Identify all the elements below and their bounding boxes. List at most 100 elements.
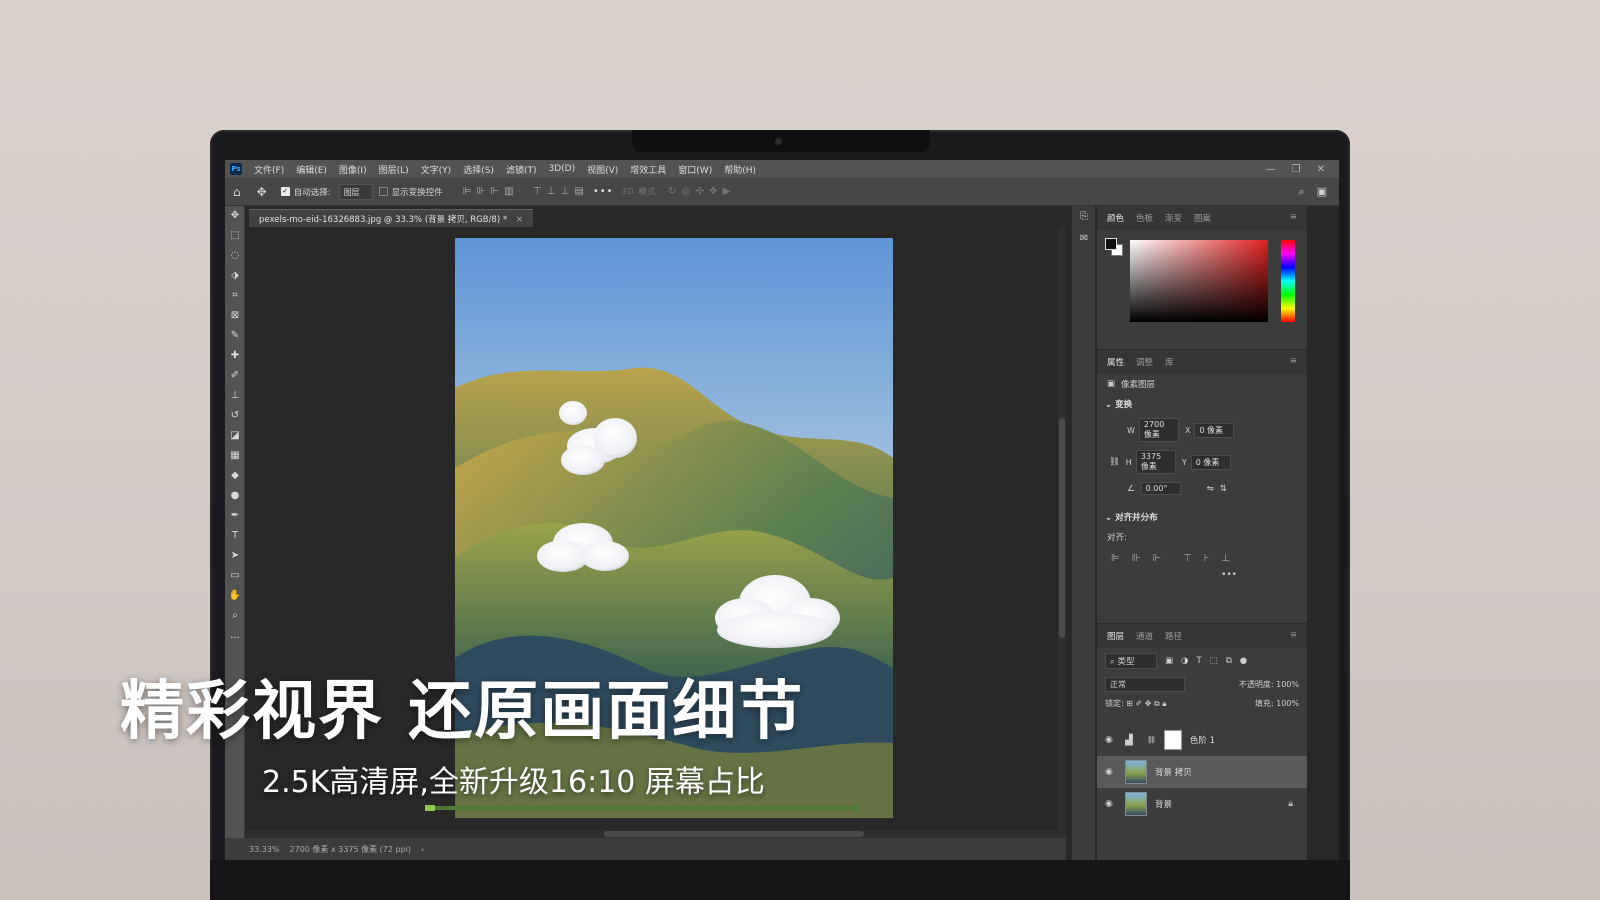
blur-tool-icon[interactable]: ◆	[225, 466, 245, 486]
distribute-buttons-icon[interactable]: ⊤ ⊥ ⊥ ▤	[533, 186, 585, 197]
vertical-scrollbar[interactable]	[1058, 228, 1066, 830]
more-tools-icon[interactable]: …	[225, 626, 245, 646]
lasso-tool-icon[interactable]: ◌	[225, 246, 245, 266]
dodge-tool-icon[interactable]: ●	[225, 486, 245, 506]
history-brush-icon[interactable]: ↺	[225, 406, 245, 426]
restore-button[interactable]: ❐	[1292, 164, 1301, 175]
y-field[interactable]: Y 0 像素	[1182, 454, 1231, 470]
tab-adjustments[interactable]: 调整	[1136, 356, 1153, 368]
close-button[interactable]: ✕	[1317, 164, 1325, 175]
tab-paths[interactable]: 路径	[1165, 630, 1182, 642]
align-middle-icon[interactable]: ⊦	[1204, 553, 1209, 564]
tab-swatches[interactable]: 色板	[1136, 212, 1153, 224]
search-icon[interactable]: ⌕	[1298, 185, 1304, 199]
tab-libraries[interactable]: 库	[1165, 356, 1174, 368]
filter-smart-icon[interactable]: ⧉	[1226, 656, 1232, 666]
gradient-tool-icon[interactable]: ▦	[225, 446, 245, 466]
eye-icon[interactable]: ◉	[1105, 767, 1117, 777]
align-buttons-icon[interactable]: ⊫ ⊪ ⊩ ▥	[463, 186, 515, 197]
horizontal-scrollbar[interactable]	[246, 830, 1066, 838]
menu-help[interactable]: 帮助(H)	[718, 163, 762, 176]
history-icon[interactable]: ⎘	[1072, 206, 1096, 228]
menu-file[interactable]: 文件(F)	[248, 163, 290, 176]
frame-tool-icon[interactable]: ⊠	[225, 306, 245, 326]
menu-image[interactable]: 图像(I)	[333, 163, 373, 176]
menu-edit[interactable]: 编辑(E)	[290, 163, 333, 176]
layer-filter-dropdown[interactable]: ⌕ 类型	[1105, 653, 1157, 669]
home-icon[interactable]: ⌂	[233, 185, 241, 199]
menu-window[interactable]: 窗口(W)	[672, 163, 718, 176]
zoom-tool-icon[interactable]: ⌕	[225, 606, 245, 626]
x-field[interactable]: X 0 像素	[1185, 422, 1235, 438]
align-top-icon[interactable]: ⊤	[1183, 553, 1192, 564]
layer-row[interactable]: ◉ ▟ ⛓ 色阶 1	[1097, 724, 1307, 756]
height-input[interactable]: 3375 像素	[1135, 450, 1176, 474]
more-align-options[interactable]: •••	[1097, 570, 1307, 580]
angle-input[interactable]: 0.00°	[1140, 482, 1181, 495]
panel-menu-icon[interactable]: ≡	[1290, 356, 1297, 368]
crop-tool-icon[interactable]: ⌗	[225, 286, 245, 306]
move-tool-icon[interactable]: ✥	[225, 206, 245, 226]
menu-plugins[interactable]: 增效工具	[624, 163, 672, 176]
align-right-icon[interactable]: ⊩	[1152, 553, 1161, 564]
filter-adjustment-icon[interactable]: ◑	[1181, 656, 1188, 666]
align-section[interactable]: ⌄ 对齐并分布	[1097, 507, 1307, 527]
stamp-tool-icon[interactable]: ⊥	[225, 386, 245, 406]
menu-select[interactable]: 选择(S)	[457, 163, 500, 176]
tab-patterns[interactable]: 图案	[1194, 212, 1211, 224]
flip-vertical-icon[interactable]: ⇅	[1220, 484, 1227, 494]
layer-name[interactable]: 背景 拷贝	[1155, 766, 1192, 778]
document-tab[interactable]: pexels-mo-eid-16326883.jpg @ 33.3% (背景 拷…	[249, 209, 533, 227]
auto-select-checkbox[interactable]: ✓ 自动选择:	[280, 186, 331, 198]
more-options-button[interactable]: •••	[593, 186, 614, 197]
brush-tool-icon[interactable]: ✐	[225, 366, 245, 386]
comments-icon[interactable]: ✉	[1072, 228, 1096, 250]
layer-row[interactable]: ◉ 背景 🔒︎	[1097, 788, 1307, 820]
width-input[interactable]: 2700 像素	[1138, 418, 1179, 442]
y-input[interactable]: 0 像素	[1190, 454, 1231, 470]
align-bottom-icon[interactable]: ⊥	[1221, 553, 1230, 564]
layer-mask-thumbnail[interactable]	[1163, 730, 1182, 750]
menu-type[interactable]: 文字(Y)	[415, 163, 458, 176]
object-select-tool-icon[interactable]: ⬗	[225, 266, 245, 286]
layer-name[interactable]: 背景	[1155, 798, 1172, 810]
zoom-level[interactable]: 33.33%	[249, 845, 280, 854]
auto-select-dropdown[interactable]: 图层	[338, 183, 373, 200]
scrollbar-thumb[interactable]	[1059, 418, 1065, 638]
eye-icon[interactable]: ◉	[1105, 735, 1117, 745]
tab-color[interactable]: 颜色	[1107, 212, 1124, 224]
tab-properties[interactable]: 属性	[1107, 356, 1124, 368]
filter-pixel-icon[interactable]: ▣	[1165, 656, 1173, 666]
transform-section[interactable]: ⌄ 变换	[1097, 394, 1307, 414]
menu-layer[interactable]: 图层(L)	[373, 163, 415, 176]
eye-icon[interactable]: ◉	[1105, 799, 1117, 809]
info-arrow-icon[interactable]: ›	[421, 845, 424, 854]
eyedropper-tool-icon[interactable]: ✎	[225, 326, 245, 346]
link-icon[interactable]: ⛓	[1109, 457, 1120, 467]
filter-shape-icon[interactable]: ⬚	[1210, 656, 1218, 666]
hue-slider[interactable]	[1281, 240, 1295, 322]
hand-tool-icon[interactable]: ✋	[225, 586, 245, 606]
path-select-icon[interactable]: ➤	[225, 546, 245, 566]
pen-tool-icon[interactable]: ✒	[225, 506, 245, 526]
tab-gradients[interactable]: 渐变	[1165, 212, 1182, 224]
healing-brush-icon[interactable]: ✚	[225, 346, 245, 366]
foreground-color-swatch[interactable]	[1105, 238, 1117, 250]
marquee-tool-icon[interactable]: ⬚	[225, 226, 245, 246]
filter-type-icon[interactable]: T	[1196, 656, 1201, 666]
tab-layers[interactable]: 图层	[1107, 630, 1124, 642]
align-center-icon[interactable]: ⊪	[1132, 553, 1141, 564]
workspace-icon[interactable]: ▣	[1317, 185, 1327, 199]
flip-horizontal-icon[interactable]: ⇋	[1207, 484, 1214, 494]
minimize-button[interactable]: —	[1266, 164, 1276, 175]
move-tool-icon[interactable]: ✥	[257, 185, 267, 199]
height-field[interactable]: H 3375 像素	[1126, 450, 1176, 474]
opacity-value[interactable]: 100%	[1276, 680, 1299, 689]
tab-channels[interactable]: 通道	[1136, 630, 1153, 642]
width-field[interactable]: W 2700 像素	[1127, 418, 1179, 442]
panel-menu-icon[interactable]: ≡	[1290, 630, 1297, 642]
blend-mode-dropdown[interactable]: 正常	[1105, 677, 1185, 692]
3d-tools-icon[interactable]: ↻ ◎ ✣ ✥ ▶	[668, 186, 731, 197]
rectangle-tool-icon[interactable]: ▭	[225, 566, 245, 586]
x-input[interactable]: 0 像素	[1194, 422, 1235, 438]
